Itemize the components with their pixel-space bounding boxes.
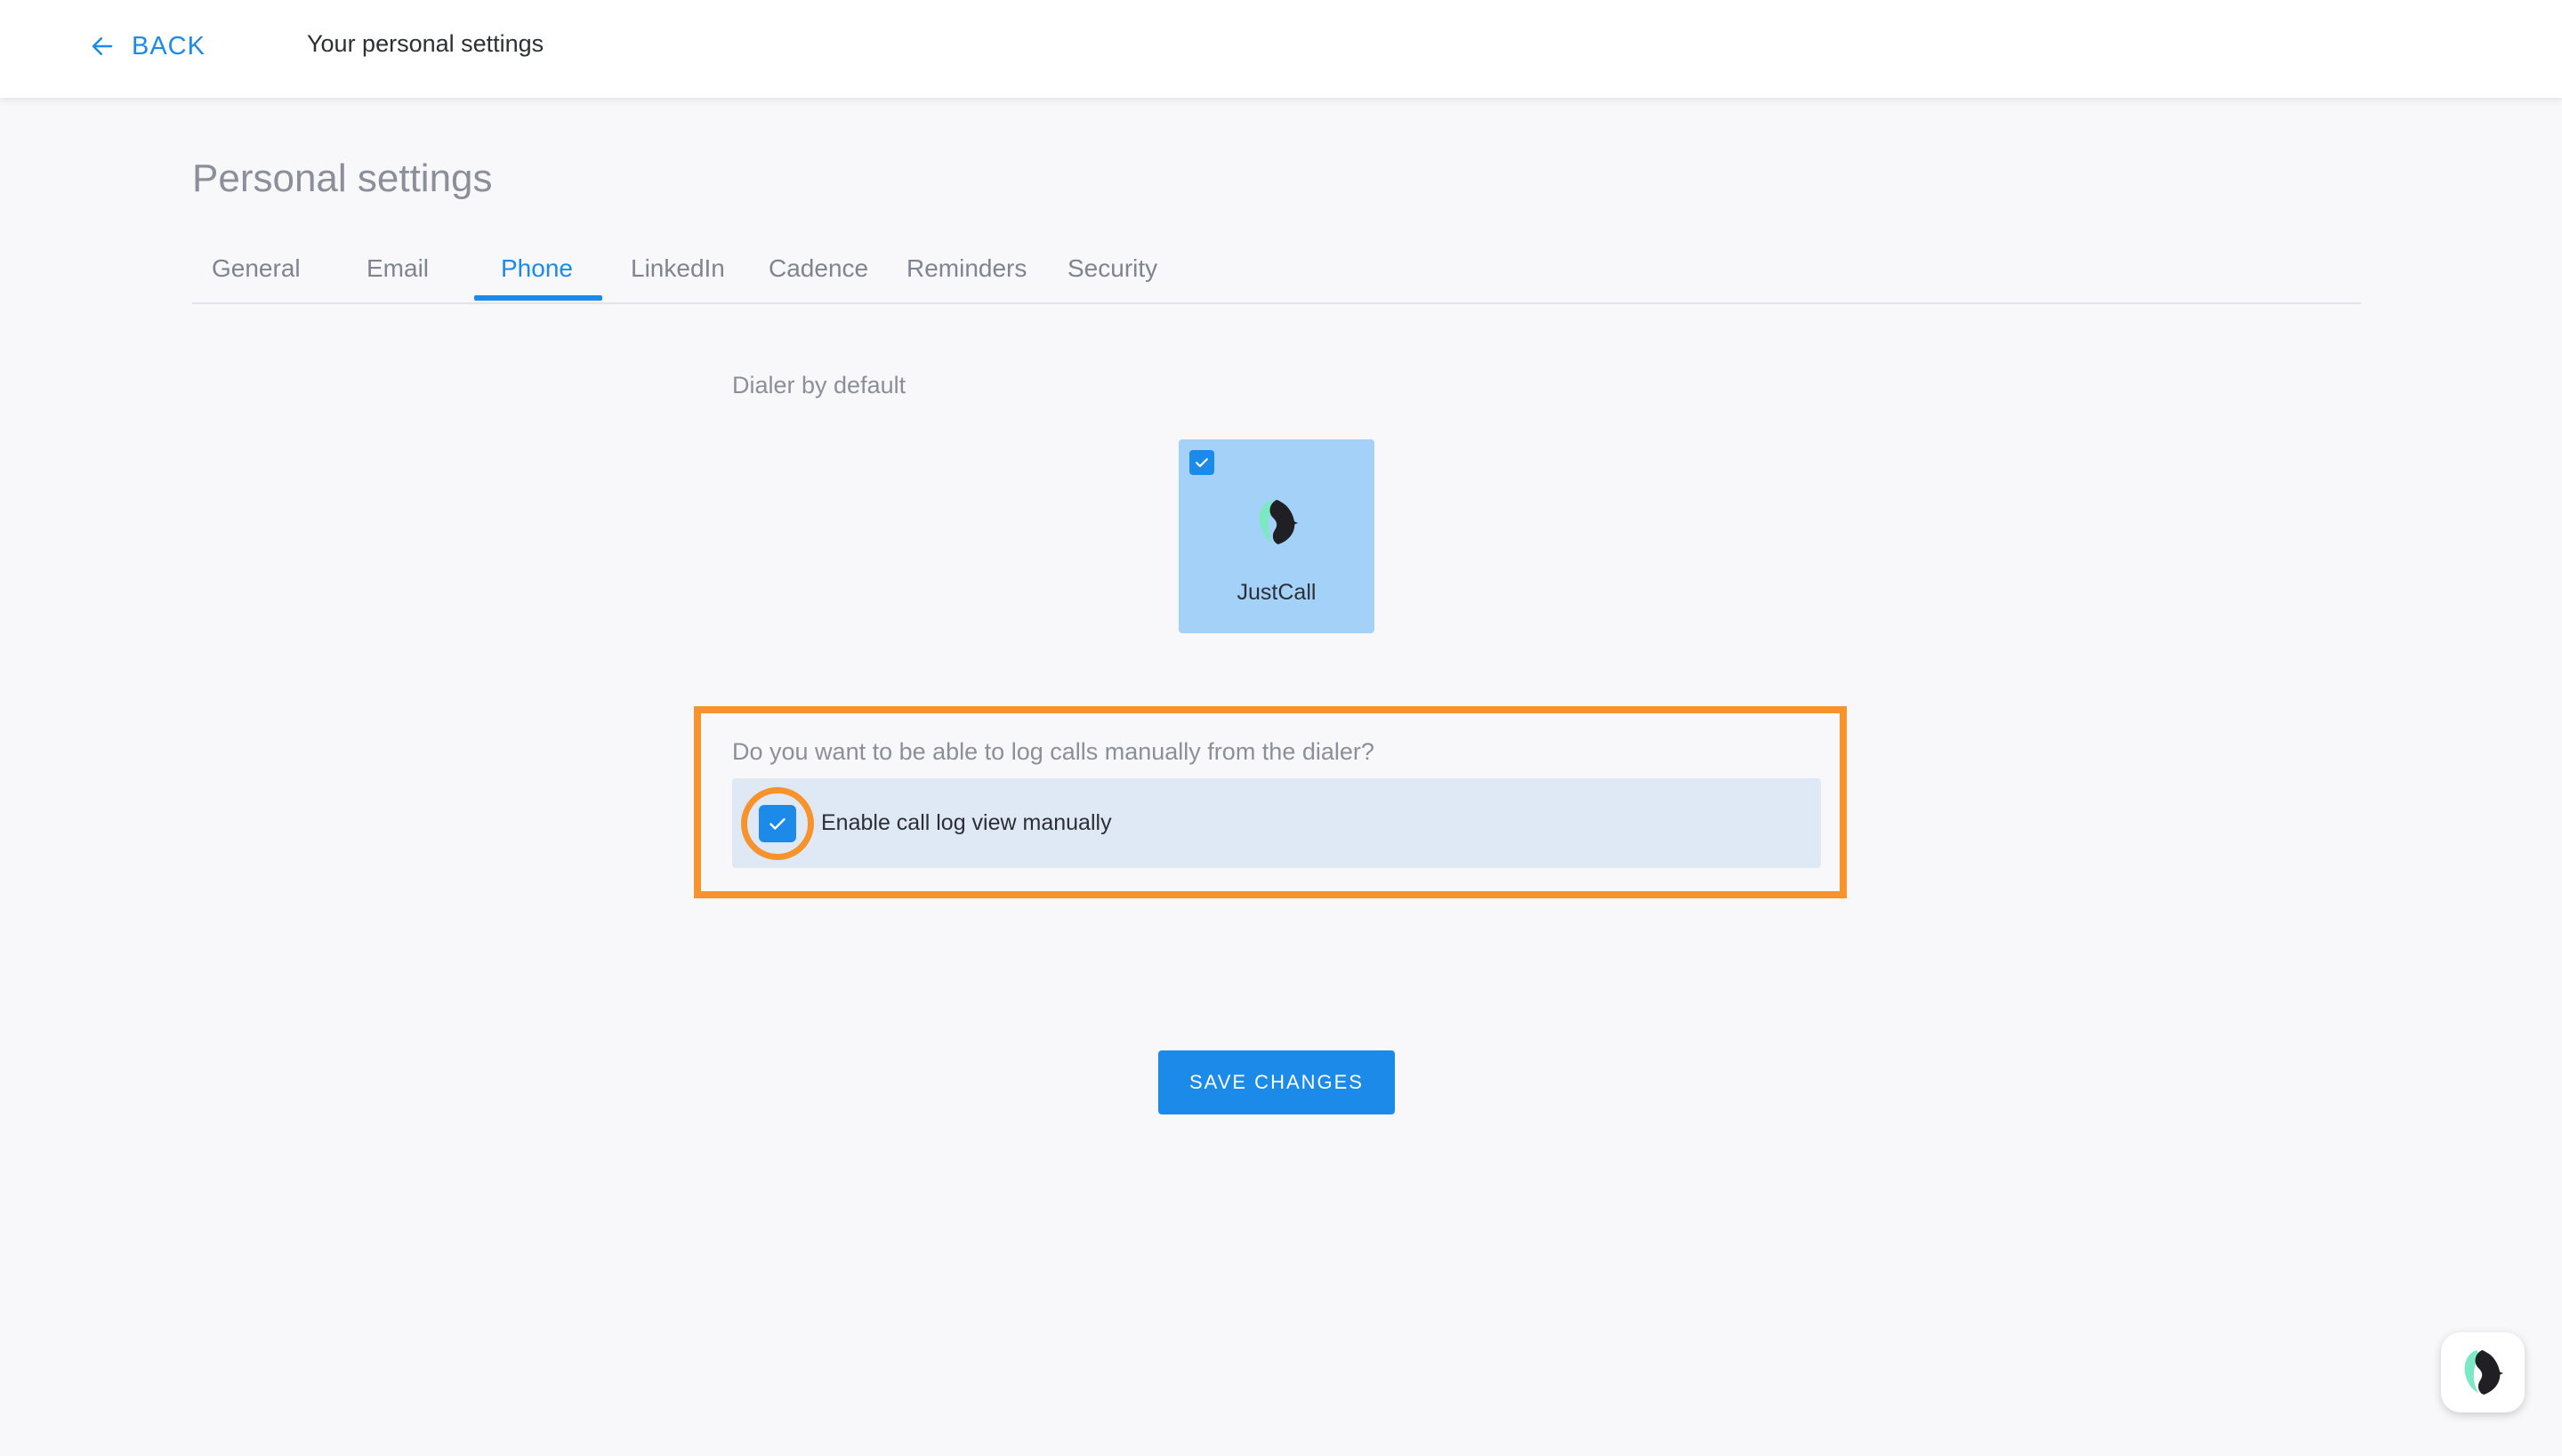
- justcall-logo-icon: [1259, 500, 1298, 544]
- tab-phone[interactable]: Phone: [501, 254, 573, 283]
- call-log-option-row[interactable]: Enable call log view manually: [732, 778, 1821, 868]
- tab-general[interactable]: General: [212, 254, 301, 283]
- tab-security[interactable]: Security: [1068, 254, 1157, 283]
- dialer-selected-checkbox[interactable]: [1189, 450, 1214, 475]
- tab-email[interactable]: Email: [367, 254, 429, 283]
- topbar-title: Your personal settings: [307, 30, 544, 57]
- active-tab-indicator: [474, 295, 602, 301]
- enable-call-log-checkbox[interactable]: [759, 805, 796, 842]
- back-label: BACK: [132, 31, 205, 60]
- dialer-option-card[interactable]: JustCall: [1179, 439, 1374, 633]
- settings-tabs: General Email Phone LinkedIn Cadence Rem…: [192, 242, 2361, 304]
- dialer-option-label: JustCall: [1237, 580, 1317, 605]
- justcall-widget-button[interactable]: [2441, 1332, 2525, 1412]
- save-changes-button[interactable]: SAVE CHANGES: [1158, 1050, 1395, 1114]
- checkmark-icon: [769, 817, 786, 830]
- tab-reminders[interactable]: Reminders: [906, 254, 1027, 283]
- arrow-left-icon: [92, 37, 113, 55]
- top-bar: BACK Your personal settings: [0, 0, 2562, 98]
- enable-call-log-label: Enable call log view manually: [821, 810, 1112, 835]
- back-button[interactable]: BACK: [89, 27, 205, 66]
- dialer-section-label: Dialer by default: [732, 372, 906, 398]
- tab-linkedin[interactable]: LinkedIn: [631, 254, 725, 283]
- call-log-question: Do you want to be able to log calls manu…: [732, 738, 1374, 765]
- checkmark-icon: [1196, 458, 1208, 468]
- justcall-logo-icon: [2464, 1350, 2503, 1395]
- tab-cadence[interactable]: Cadence: [769, 254, 868, 283]
- page-title: Personal settings: [192, 157, 493, 200]
